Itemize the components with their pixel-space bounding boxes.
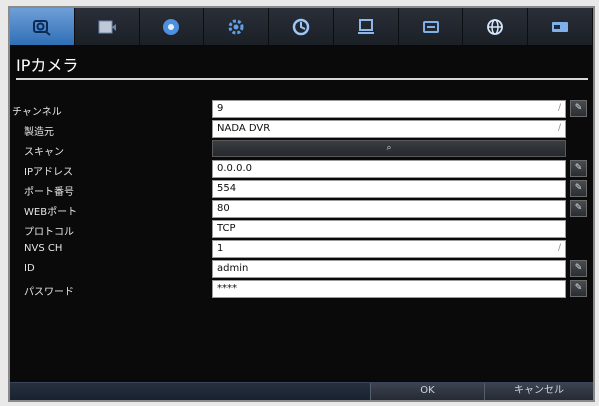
port-input[interactable]: 554: [212, 180, 566, 198]
alarm-icon: [292, 18, 310, 35]
monitor-icon: [357, 18, 374, 34]
protocol-label: プロトコル: [24, 227, 74, 238]
maker-row: 製造元 NADA DVR ∕: [10, 120, 593, 140]
title-divider: [16, 78, 588, 80]
tab-monitor[interactable]: [334, 8, 399, 45]
maker-select[interactable]: NADA DVR ∕: [212, 120, 566, 138]
web-port-edit-button[interactable]: ✎: [570, 200, 587, 217]
tab-network[interactable]: [463, 8, 529, 45]
system-info-icon: [552, 21, 569, 32]
tab-alarm[interactable]: [269, 8, 334, 45]
protocol-row: プロトコル TCP: [10, 220, 593, 240]
web-port-row: WEBポート 80 ✎: [10, 200, 593, 220]
maker-label: 製造元: [24, 127, 54, 138]
tab-record[interactable]: [75, 8, 140, 45]
scan-button[interactable]: ⌕: [212, 140, 566, 157]
channel-select[interactable]: 9 ∕: [212, 100, 566, 118]
password-row: パスワード **** ✎: [10, 280, 593, 300]
channel-row: チャンネル 9 ∕ ✎: [10, 100, 593, 120]
channel-label: チャンネル: [12, 107, 62, 118]
port-edit-button[interactable]: ✎: [570, 180, 587, 197]
record-icon: [98, 20, 116, 33]
id-label: ID: [24, 263, 35, 274]
network-globe-icon: [487, 18, 504, 35]
port-value: 554: [217, 183, 237, 194]
password-label: パスワード: [24, 287, 74, 298]
camera-icon: [32, 19, 51, 36]
channel-value: 9: [217, 103, 224, 114]
id-value: admin: [217, 263, 249, 274]
display-icon: [422, 20, 439, 33]
edit-icon: ∕: [557, 123, 561, 133]
tab-settings[interactable]: [204, 8, 270, 45]
nvs-ch-label: NVS CH: [24, 243, 63, 254]
ip-label: IPアドレス: [24, 167, 73, 178]
nvs-ch-value: 1: [217, 243, 224, 254]
protocol-select[interactable]: TCP: [212, 220, 566, 238]
web-port-value: 80: [217, 203, 230, 214]
tab-display[interactable]: [399, 8, 464, 45]
ip-edit-button[interactable]: ✎: [570, 160, 587, 177]
edit-icon: ∕: [557, 103, 561, 113]
cancel-button[interactable]: キャンセル: [484, 383, 593, 400]
password-edit-button[interactable]: ✎: [570, 280, 587, 297]
search-icon: ⌕: [386, 143, 392, 153]
port-label: ポート番号: [24, 187, 74, 198]
ok-button[interactable]: OK: [370, 383, 484, 400]
port-row: ポート番号 554 ✎: [10, 180, 593, 200]
ip-value: 0.0.0.0: [217, 163, 252, 174]
playback-disc-icon: [163, 18, 180, 35]
ip-address-input[interactable]: 0.0.0.0: [212, 160, 566, 178]
nvs-ch-row: NVS CH 1 ∕: [10, 240, 593, 260]
page-title: IPカメラ: [16, 56, 79, 75]
scan-label: スキャン: [24, 147, 64, 158]
edit-icon: ∕: [557, 243, 561, 253]
web-port-input[interactable]: 80: [212, 200, 566, 218]
web-port-label: WEBポート: [24, 207, 78, 218]
nvs-ch-select[interactable]: 1 ∕: [212, 240, 566, 258]
id-row: ID admin ✎: [10, 260, 593, 280]
channel-edit-button[interactable]: ✎: [570, 100, 587, 117]
password-input[interactable]: ****: [212, 280, 566, 298]
tab-playback[interactable]: [140, 8, 205, 45]
ip-camera-window: IPカメラ チャンネル 9 ∕ ✎ 製造元 NADA DVR ∕ スキャン ⌕ IP…: [8, 6, 595, 402]
tab-camera[interactable]: [10, 8, 75, 45]
id-input[interactable]: admin: [212, 260, 566, 278]
password-value: ****: [217, 283, 237, 294]
id-edit-button[interactable]: ✎: [570, 260, 587, 277]
ip-row: IPアドレス 0.0.0.0 ✎: [10, 160, 593, 180]
protocol-value: TCP: [217, 223, 236, 234]
scan-row: スキャン ⌕: [10, 140, 593, 160]
menu-tabbar: [10, 8, 594, 45]
tab-system[interactable]: [528, 8, 594, 45]
maker-value: NADA DVR: [217, 123, 271, 134]
settings-gear-icon: [228, 19, 244, 34]
